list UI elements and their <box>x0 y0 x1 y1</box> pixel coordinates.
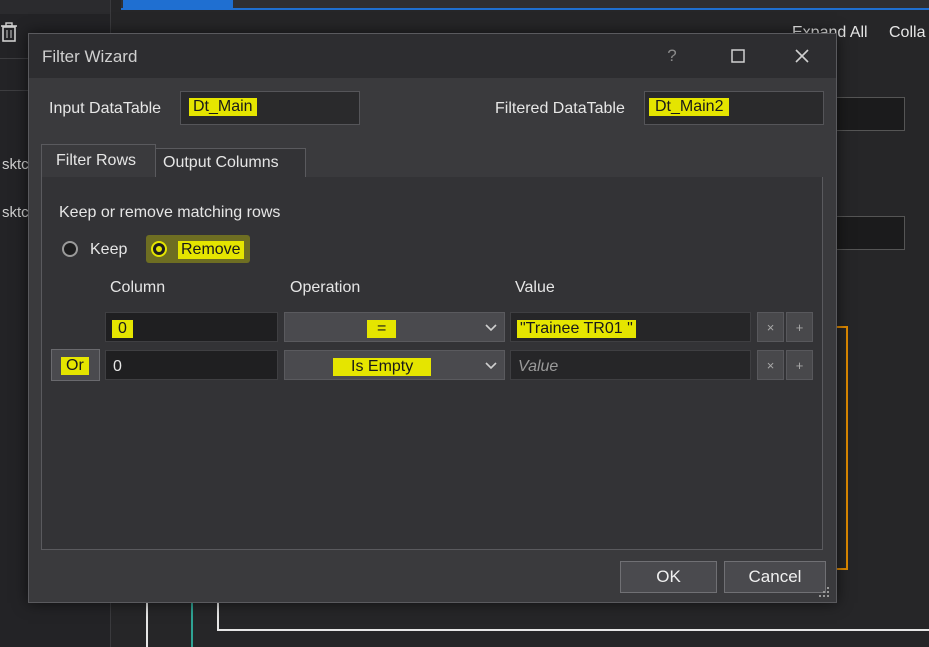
properties-field[interactable] <box>835 97 905 131</box>
or-connector-button[interactable]: Or <box>51 349 100 381</box>
input-datatable-value: Dt_Main <box>189 98 257 116</box>
or-connector-label: Or <box>61 357 89 375</box>
column-header: Column <box>110 279 166 296</box>
connector-line <box>217 602 219 630</box>
selected-activity-border <box>836 326 848 570</box>
connector-line <box>191 602 193 647</box>
filtered-datatable-label: Filtered DataTable <box>495 100 625 117</box>
operation-value: = <box>367 320 397 338</box>
connector-line <box>217 629 929 631</box>
maximize-icon[interactable] <box>710 34 766 78</box>
trash-icon[interactable] <box>0 22 20 46</box>
add-condition-button[interactable]: + <box>786 312 813 342</box>
section-label: Keep or remove matching rows <box>59 204 281 221</box>
value-placeholder: Value <box>518 358 559 375</box>
keep-radio[interactable] <box>62 241 78 257</box>
operation-select[interactable]: Is Empty <box>284 350 505 380</box>
chevron-down-icon <box>485 319 497 338</box>
filter-wizard-dialog: Filter Wizard ? Input DataTable Dt_Main … <box>28 33 837 603</box>
column-input[interactable]: 0 <box>105 350 278 380</box>
value-input[interactable]: "Trainee TR01 " <box>510 312 751 342</box>
column-value: 0 <box>113 358 122 375</box>
dialog-titlebar[interactable]: Filter Wizard ? <box>29 34 836 78</box>
tab-label: Filter Rows <box>56 152 137 169</box>
close-icon[interactable] <box>774 34 830 78</box>
add-condition-button[interactable]: + <box>786 350 813 380</box>
truncated-item[interactable]: sktc <box>2 204 29 221</box>
input-datatable-field[interactable]: Dt_Main <box>180 91 360 125</box>
value-input[interactable]: Value <box>510 350 751 380</box>
left-panel-topbar <box>0 0 110 14</box>
column-input[interactable]: 0 <box>105 312 278 342</box>
operation-select[interactable]: = <box>284 312 505 342</box>
input-datatable-label: Input DataTable <box>49 100 162 117</box>
value-header: Value <box>515 279 555 296</box>
remove-radio[interactable] <box>151 241 167 257</box>
resize-grip-icon[interactable] <box>818 585 830 597</box>
remove-radio-label[interactable]: Remove <box>178 241 244 259</box>
ok-button[interactable]: OK <box>620 561 717 593</box>
chevron-down-icon <box>485 357 497 376</box>
remove-condition-button[interactable]: × <box>757 350 784 380</box>
filter-rows-panel: Keep or remove matching rows Keep Remove… <box>41 177 823 550</box>
operation-value: Is Empty <box>333 358 432 376</box>
operation-header: Operation <box>290 279 361 296</box>
filtered-datatable-value: Dt_Main2 <box>649 98 730 116</box>
connector-line <box>146 602 148 647</box>
keep-radio-label[interactable]: Keep <box>90 241 127 259</box>
filtered-datatable-field[interactable]: Dt_Main2 <box>644 91 824 125</box>
column-value: 0 <box>112 320 133 338</box>
tab-underline <box>121 8 929 10</box>
tab-output-columns[interactable]: Output Columns <box>154 148 306 178</box>
help-button[interactable]: ? <box>644 34 700 78</box>
collapse-all-link[interactable]: Colla <box>889 24 925 42</box>
remove-condition-button[interactable]: × <box>757 312 784 342</box>
tab-filter-rows[interactable]: Filter Rows <box>41 144 156 179</box>
cancel-button[interactable]: Cancel <box>724 561 826 593</box>
dialog-title: Filter Wizard <box>42 47 138 66</box>
truncated-item[interactable]: sktc <box>2 156 29 173</box>
properties-field[interactable] <box>835 216 905 250</box>
tab-label: Output Columns <box>163 154 279 171</box>
value-text: "Trainee TR01 " <box>517 320 636 338</box>
